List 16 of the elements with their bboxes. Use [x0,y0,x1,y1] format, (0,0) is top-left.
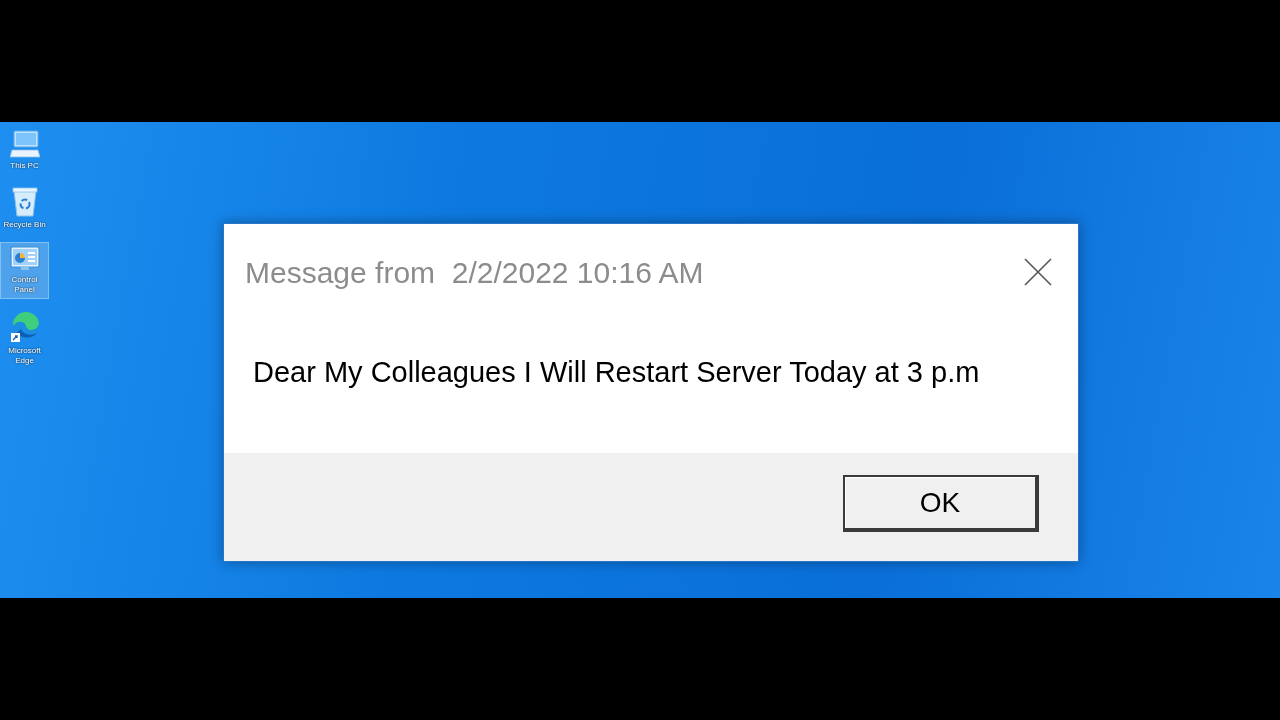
icon-label: Microsoft Edge [7,346,42,366]
dialog-message: Dear My Colleagues I Will Restart Server Today at 3 p.m [253,354,980,390]
icon-label: This PC [10,161,39,171]
desktop-icon[interactable]: Microsoft Edge [0,307,49,370]
icon-label: Control Panel [10,275,39,295]
ok-button[interactable]: OK [843,475,1039,532]
dialog-title: Message from 2/2/2022 10:16 AM [245,254,704,291]
computer-icon [9,130,40,158]
recycle-bin-icon [11,187,38,217]
desktop-icon[interactable]: Control Panel [0,242,49,299]
desktop-icon[interactable]: This PC [0,126,49,175]
close-icon [1024,258,1052,286]
icon-label: Recycle Bin [3,220,46,230]
desktop-icon[interactable]: Recycle Bin [0,183,49,234]
control-panel-icon [9,246,40,272]
browser-swirl-icon [8,311,41,343]
